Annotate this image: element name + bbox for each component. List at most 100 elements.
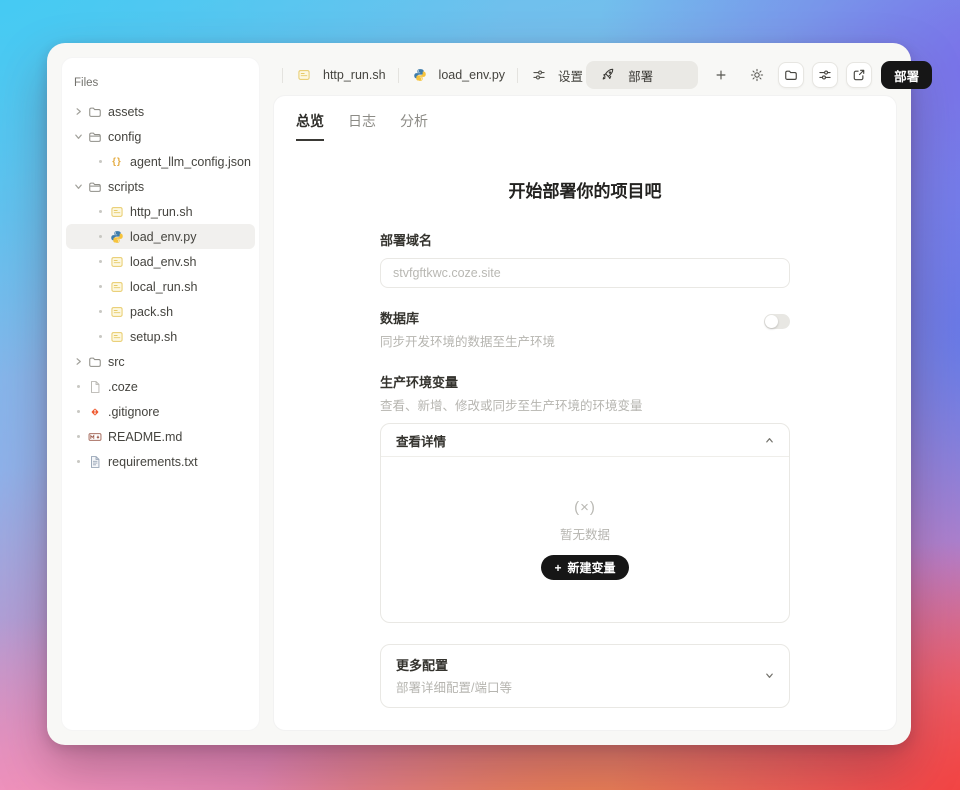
bullet	[92, 335, 108, 338]
file-tree-item-src[interactable]: src	[66, 349, 255, 374]
domain-input[interactable]	[380, 258, 790, 288]
shell-file-icon	[108, 255, 126, 269]
empty-data-icon: (×)	[574, 499, 596, 516]
database-toggle[interactable]	[764, 314, 790, 329]
bullet-dot	[99, 160, 102, 163]
sliders-icon	[530, 68, 548, 82]
file-label: scripts	[108, 180, 144, 194]
shell-file-icon	[108, 330, 126, 344]
divider	[517, 68, 518, 83]
new-variable-label: 新建变量	[568, 559, 616, 576]
file-tree-item-requirements-txt[interactable]: requirements.txt	[66, 449, 255, 474]
deploy-panel-tabs: 总览 日志 分析	[274, 96, 896, 141]
tab-overview[interactable]: 总览	[296, 111, 324, 141]
file-label: load_env.py	[130, 230, 197, 244]
file-tree-item-readme-md[interactable]: README.md	[66, 424, 255, 449]
editor-topbar: http_run.sh load_env.py 设置 部署 部署	[273, 57, 897, 93]
folder-icon	[86, 355, 104, 369]
file-tree-item-agent-llm-config-json[interactable]: {} agent_llm_config.json	[66, 149, 255, 174]
chevron-up-icon	[765, 436, 774, 445]
chevron-down-icon[interactable]	[70, 182, 86, 191]
chevron-right-icon[interactable]	[70, 107, 86, 116]
text-file-icon	[86, 455, 104, 469]
file-tree-item-setup-sh[interactable]: setup.sh	[66, 324, 255, 349]
file-tree-item-load-env-py[interactable]: load_env.py	[66, 224, 255, 249]
file-label: assets	[108, 105, 144, 119]
file-tree-item-http-run-sh[interactable]: http_run.sh	[66, 199, 255, 224]
open-external-button[interactable]	[846, 62, 872, 88]
file-explorer-sidebar: Files assets config {} agent_llm_config.…	[61, 57, 260, 731]
tab-analytics[interactable]: 分析	[400, 111, 428, 141]
file-tree-item-coze[interactable]: .coze	[66, 374, 255, 399]
more-config-texts: 更多配置 部署详细配置/端口等	[396, 655, 512, 696]
file-label: .gitignore	[108, 405, 159, 419]
json-file-icon: {}	[108, 156, 126, 167]
divider	[282, 68, 283, 83]
shell-file-icon	[295, 68, 313, 82]
file-label: requirements.txt	[108, 455, 198, 469]
bullet	[92, 235, 108, 238]
page-title: 开始部署你的项目吧	[380, 177, 790, 202]
tab-label: http_run.sh	[323, 68, 386, 82]
rocket-icon	[599, 68, 617, 82]
tab-logs[interactable]: 日志	[348, 111, 376, 141]
theme-sun-button[interactable]	[744, 62, 770, 88]
more-config-card[interactable]: 更多配置 部署详细配置/端口等	[380, 644, 790, 708]
env-vars-label: 生产环境变量	[380, 372, 790, 391]
bullet	[70, 385, 86, 388]
bullet-dot	[77, 410, 80, 413]
env-vars-description: 查看、新增、修改或同步至生产环境的环境变量	[380, 395, 790, 414]
details-header-label: 查看详情	[396, 431, 446, 450]
folder-open-icon	[86, 180, 104, 194]
details-header[interactable]: 查看详情	[381, 424, 789, 457]
preferences-button[interactable]	[812, 62, 838, 88]
file-label: setup.sh	[130, 330, 177, 344]
tab-load-env-py[interactable]: load_env.py	[408, 61, 509, 89]
file-label: README.md	[108, 430, 182, 444]
database-description: 同步开发环境的数据至生产环境	[380, 331, 555, 350]
plus-icon: +	[554, 561, 561, 575]
more-config-label: 更多配置	[396, 655, 512, 674]
file-tree-item-assets[interactable]: assets	[66, 99, 255, 124]
file-tree-item-load-env-sh[interactable]: load_env.sh	[66, 249, 255, 274]
deploy-form: 开始部署你的项目吧 部署域名 数据库 同步开发环境的数据至生产环境 生产环境变量…	[380, 177, 790, 731]
file-label: src	[108, 355, 125, 369]
files-panel-button[interactable]	[778, 62, 804, 88]
chevron-down-icon	[765, 671, 774, 680]
bullet-dot	[99, 260, 102, 263]
python-file-icon	[108, 230, 126, 244]
chevron-down-icon[interactable]	[70, 132, 86, 141]
more-config-description: 部署详细配置/端口等	[396, 677, 512, 696]
chevron-right-icon[interactable]	[70, 357, 86, 366]
file-tree-item-scripts[interactable]: scripts	[66, 174, 255, 199]
bullet-dot	[77, 385, 80, 388]
deploy-panel: 总览 日志 分析 开始部署你的项目吧 部署域名 数据库 同步开发环境的数据至生产…	[273, 95, 897, 731]
toggle-knob	[765, 315, 778, 328]
bullet	[70, 460, 86, 463]
database-texts: 数据库 同步开发环境的数据至生产环境	[380, 308, 555, 350]
git-icon	[86, 405, 104, 419]
bullet	[92, 210, 108, 213]
tab-settings[interactable]: 设置	[527, 61, 586, 89]
divider	[398, 68, 399, 83]
tab-http-run-sh[interactable]: http_run.sh	[292, 61, 389, 89]
file-tree-item-local-run-sh[interactable]: local_run.sh	[66, 274, 255, 299]
domain-label: 部署域名	[380, 230, 790, 249]
python-file-icon	[411, 68, 429, 82]
folder-icon	[86, 105, 104, 119]
file-tree-item-config[interactable]: config	[66, 124, 255, 149]
file-icon	[86, 380, 104, 394]
tab-label: 设置	[558, 66, 583, 85]
new-variable-button[interactable]: + 新建变量	[541, 555, 628, 580]
bullet-dot	[77, 460, 80, 463]
bullet-dot	[99, 210, 102, 213]
new-tab-button[interactable]	[708, 62, 734, 88]
file-tree-item-gitignore[interactable]: .gitignore	[66, 399, 255, 424]
shell-file-icon	[108, 205, 126, 219]
tab-deploy-active[interactable]: 部署	[586, 61, 698, 89]
deploy-button-top[interactable]: 部署	[881, 61, 932, 89]
bullet	[70, 410, 86, 413]
file-tree-item-pack-sh[interactable]: pack.sh	[66, 299, 255, 324]
bullet-dot	[99, 235, 102, 238]
bullet	[92, 160, 108, 163]
